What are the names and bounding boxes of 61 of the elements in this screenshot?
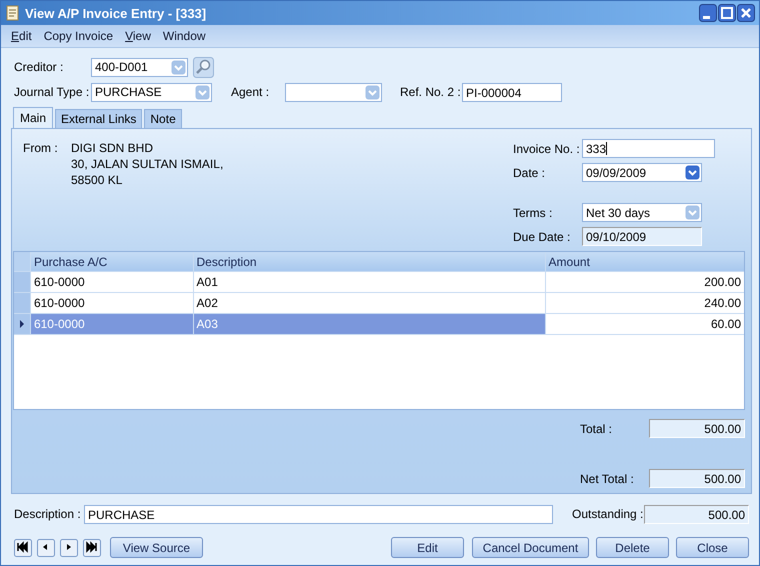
table-cell-text: 60.00 [710,316,742,333]
menu-item[interactable]: Edit [5,29,38,43]
read-only-field[interactable]: 500.00 [649,419,745,438]
row-pointer-icon [18,320,25,328]
field-label: Description : [14,507,82,521]
column-header[interactable]: Description [194,252,546,271]
search-button[interactable] [193,56,214,78]
table-cell: A01 [194,272,546,292]
table-cell: 610-0000 [30,293,194,313]
table-cell: A03 [194,314,546,334]
menu-item[interactable]: View [119,29,157,43]
table-cell-text: 200.00 [703,274,742,291]
previous-record-button[interactable] [37,538,55,556]
table-cell-text: 240.00 [703,295,742,312]
field-label: Terms : [513,206,554,220]
input-field[interactable]: PURCHASE [84,504,553,524]
field-label: Journal Type : [14,85,90,99]
input-field[interactable]: 333 [582,139,715,158]
next-record-button[interactable] [60,538,78,556]
minimize-button[interactable] [699,4,717,22]
field-label: From : [23,140,59,157]
read-only-field[interactable]: 09/10/2009 [582,227,702,246]
row-indicator[interactable] [14,314,31,334]
close-button[interactable] [737,4,755,22]
field-label: Ref. No. 2 : [400,85,462,99]
address-line: DIGI SDN BHD [71,140,154,156]
table-cell: A02 [194,293,546,313]
field-label: Invoice No. : [513,142,581,156]
maximize-button[interactable] [718,4,736,22]
address-line: 58500 KL [71,172,124,188]
field-label: Due Date : [513,230,572,244]
column-header[interactable]: Purchase A/C [30,252,194,271]
action-button[interactable]: Delete [596,537,669,558]
action-button[interactable]: Edit [391,537,464,558]
window-title: View A/P Invoice Entry - [333] [25,6,206,20]
field-label: Agent : [231,85,270,99]
table-cell: 610-0000 [30,314,194,334]
field-label: Outstanding : [572,507,644,521]
document-icon [5,5,21,21]
table-cell: 610-0000 [30,272,194,292]
field-label: Total : [580,422,614,436]
tab[interactable]: Note [144,109,182,128]
dropdown-field[interactable]: 09/09/2009 [582,163,702,182]
tab[interactable]: Main [13,107,54,128]
read-only-field[interactable]: 500.00 [644,504,749,524]
menu-item[interactable]: Window [156,29,212,43]
input-field[interactable]: PI-000004 [462,82,562,102]
dropdown-field[interactable] [285,82,382,102]
menu-item[interactable]: Copy Invoice [38,29,120,43]
last-record-button[interactable] [83,538,101,556]
action-button[interactable]: Cancel Document [472,537,589,558]
action-button[interactable]: Close [676,537,749,558]
field-label: Net Total : [580,472,635,486]
field-label: Date : [513,166,546,180]
field-label: Creditor : [14,60,64,74]
read-only-field[interactable]: 500.00 [649,469,745,488]
action-button[interactable]: View Source [110,537,203,558]
column-header[interactable]: Amount [546,252,744,271]
first-record-button[interactable] [14,538,32,556]
tab[interactable]: External Links [55,109,142,128]
address-line: 30, JALAN SULTAN ISMAIL, [71,156,224,172]
